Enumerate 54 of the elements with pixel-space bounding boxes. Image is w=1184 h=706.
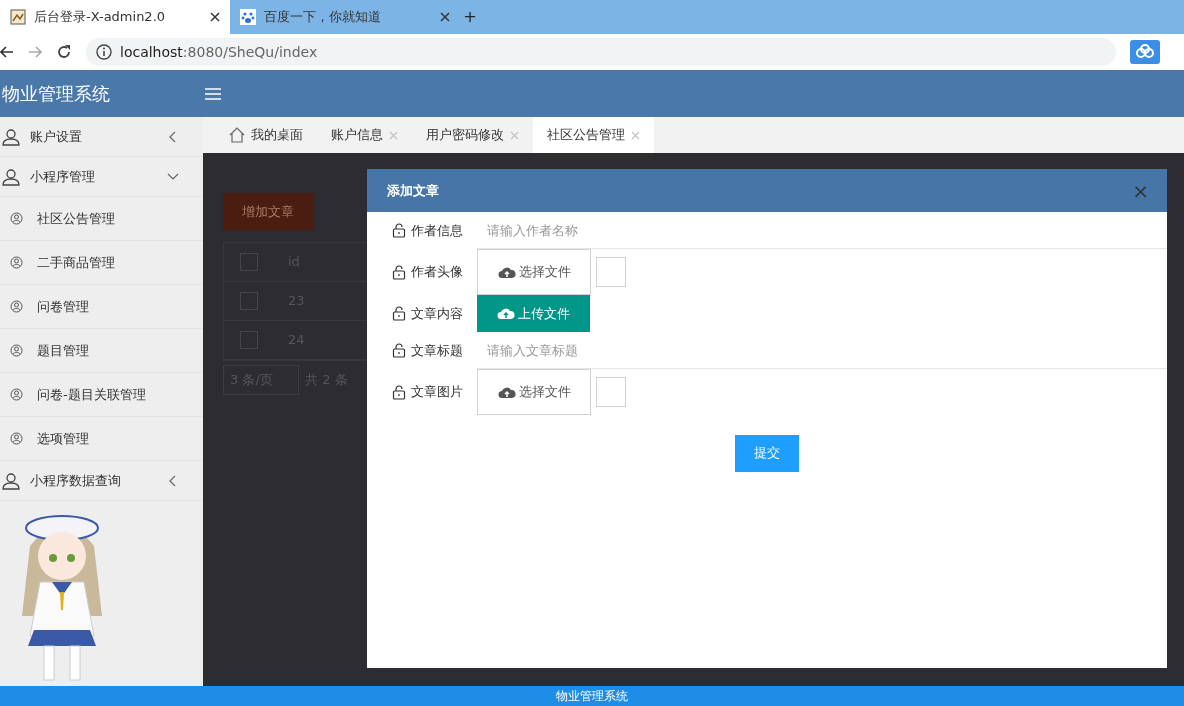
checkbox[interactable] [240,292,258,310]
padlock-icon [392,343,406,358]
home-icon [229,127,245,143]
padlock-icon [392,384,406,400]
user-circle-icon [10,388,23,401]
checkbox[interactable] [240,331,258,349]
user-icon [2,471,20,490]
page-tab[interactable]: 账户信息 [317,117,412,153]
user-circle-icon [10,432,23,445]
cloud-icon[interactable] [1130,40,1160,64]
address-bar[interactable]: localhost:8080/SheQu/index [86,38,1116,66]
choose-file-button[interactable]: 选择文件 [477,249,591,295]
add-article-button[interactable]: 增加文章 [223,193,313,230]
padlock-icon [392,306,406,321]
page-tab[interactable]: 我的桌面 [215,117,317,153]
forward-icon[interactable] [28,45,42,59]
user-circle-icon [10,300,23,313]
upload-file-button[interactable]: 上传文件 [477,295,590,332]
app-title: 物业管理系统 [1,82,111,106]
image-preview [596,257,626,287]
image-preview [596,377,626,407]
choose-file-button[interactable]: 选择文件 [477,369,591,415]
tab-title: 后台登录-X-admin2.0 [34,8,167,27]
close-icon[interactable] [440,12,450,22]
new-tab-button[interactable]: + [463,4,477,30]
page-tab[interactable]: 用户密码修改 [412,117,533,153]
paw-icon [240,9,256,25]
field-label: 文章标题 [367,340,477,361]
picture-icon [10,9,26,25]
tab-title: 百度一下，你就知道 [264,8,382,27]
user-circle-icon [10,256,23,269]
cloud-upload-icon [497,306,515,321]
info-icon [96,44,112,60]
browser-tab[interactable]: 百度一下，你就知道 [230,0,460,34]
page-tab[interactable]: 社区公告管理 [533,117,654,153]
field-label: 作者头像 [367,262,477,282]
checkbox[interactable] [240,253,258,271]
field-label: 作者信息 [367,220,477,241]
user-icon [2,167,20,186]
user-circle-icon [10,344,23,357]
reload-icon[interactable] [56,44,72,60]
field-label: 文章图片 [367,382,477,402]
user-circle-icon [10,212,23,225]
menu-icon[interactable] [203,86,223,101]
browser-tab[interactable]: 后台登录-X-admin2.0 [0,0,230,34]
close-icon[interactable] [210,12,220,22]
dialog-title: 添加文章 [387,181,439,200]
padlock-icon [392,223,406,238]
field-label: 文章内容 [367,303,477,324]
user-icon [2,127,20,146]
back-icon[interactable] [0,45,14,59]
footer-text: 物业管理系统 [0,686,1184,706]
padlock-icon [392,264,406,280]
url-text: localhost:8080/SheQu/index [120,42,318,62]
